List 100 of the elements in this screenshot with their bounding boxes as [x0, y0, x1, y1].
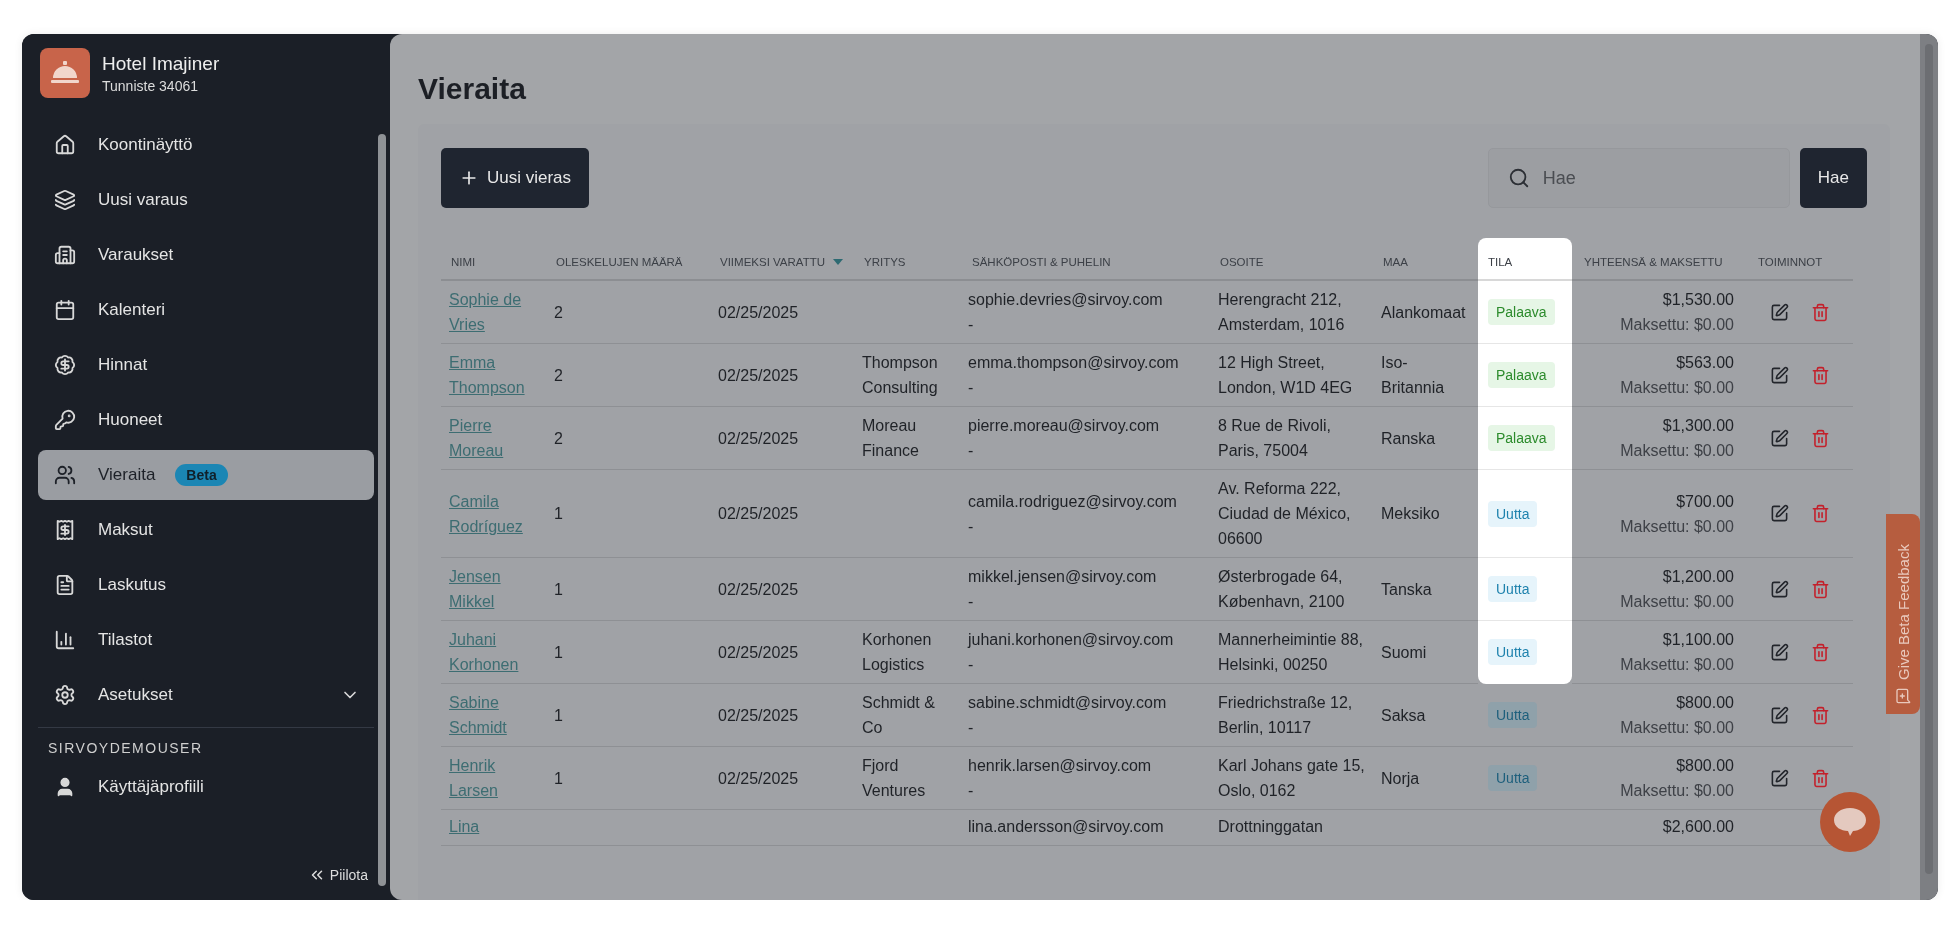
date-cell: 02/25/2025: [710, 469, 854, 558]
edit-icon[interactable]: [1770, 365, 1789, 385]
status-badge: Palaava: [1488, 362, 1555, 388]
nav-item[interactable]: Asetukset: [38, 670, 374, 720]
stays-cell: 1: [546, 620, 710, 684]
hotel-name: Hotel Imajiner: [102, 52, 220, 75]
search-button[interactable]: Hae: [1799, 148, 1867, 208]
contact-cell: emma.thompson@sirvoy.com -: [962, 343, 1210, 407]
trash-icon[interactable]: [1811, 428, 1830, 448]
column-header[interactable]: SÄHKÖPOSTI & PUHELIN: [962, 238, 1210, 280]
guest-name-link[interactable]: Sabine Schmidt: [449, 690, 538, 740]
nav-item[interactable]: Käyttäjäprofiili: [38, 762, 374, 812]
scrollbar[interactable]: [378, 134, 386, 886]
chat-bubble-icon: [1832, 806, 1868, 838]
guest-name-link[interactable]: Camila Rodríguez: [449, 488, 538, 539]
column-header[interactable]: OSOITE: [1210, 238, 1373, 280]
trash-icon[interactable]: [1811, 768, 1830, 788]
edit-icon[interactable]: [1770, 705, 1789, 725]
country-cell: Saksa: [1373, 683, 1478, 747]
column-header[interactable]: YHTEENSÄ & MAKSETTU: [1572, 238, 1748, 280]
guest-name-link[interactable]: Jensen Mikkel: [449, 564, 538, 614]
edit-icon[interactable]: [1770, 579, 1789, 599]
country-cell: Norja: [1373, 746, 1478, 810]
guest-name-link[interactable]: Juhani Korhonen: [449, 627, 538, 677]
feedback-tab[interactable]: Give Beta Feedback: [1886, 514, 1920, 714]
edit-icon[interactable]: [1770, 504, 1789, 523]
column-header[interactable]: TOIMINNOT: [1748, 238, 1853, 280]
guest-name-link[interactable]: Pierre Moreau: [449, 413, 538, 463]
new-guest-button[interactable]: Uusi vieras: [441, 148, 590, 208]
column-header[interactable]: YRITYS: [854, 238, 962, 280]
trash-icon[interactable]: [1811, 302, 1830, 322]
stays-cell: 1: [546, 557, 710, 621]
contact-cell: pierre.moreau@sirvoy.com -: [962, 406, 1210, 470]
search-icon: [1507, 167, 1530, 189]
nav-label: Maksut: [98, 520, 153, 540]
guest-name-link[interactable]: Lina: [449, 814, 480, 839]
address-cell: Av. Reforma 222, Ciudad de México, 06600: [1210, 469, 1373, 558]
nav-label: Asetukset: [98, 685, 173, 705]
trash-icon[interactable]: [1811, 365, 1830, 385]
total-cell: $1,100.00 Maksettu: $0.00: [1572, 620, 1748, 684]
edit-icon[interactable]: [1770, 768, 1789, 788]
address-cell: Drottninggatan: [1210, 809, 1373, 846]
nav-item[interactable]: Varaukset: [38, 230, 374, 280]
nav-item[interactable]: Uusi varaus: [38, 175, 374, 225]
trash-icon[interactable]: [1811, 642, 1830, 662]
contact-cell: mikkel.jensen@sirvoy.com -: [962, 557, 1210, 621]
nav-item[interactable]: Huoneet: [38, 395, 374, 445]
stays-cell: 2: [546, 343, 710, 407]
guest-name-link[interactable]: Sophie de Vries: [449, 287, 538, 337]
contact-cell: sophie.devries@sirvoy.com -: [962, 280, 1210, 344]
status-badge: Uutta: [1488, 765, 1538, 791]
search-field[interactable]: Hae: [1487, 148, 1790, 208]
hotel-logo: [40, 48, 90, 98]
stays-cell: 2: [546, 280, 710, 344]
total-cell: $2,600.00: [1572, 809, 1748, 846]
column-header[interactable]: TILA: [1478, 238, 1572, 280]
edit-icon[interactable]: [1770, 642, 1789, 662]
trash-icon[interactable]: [1811, 705, 1830, 725]
nav-label: Koontinäyttö: [98, 135, 193, 155]
column-header[interactable]: VIIMEKSI VARATTU: [710, 238, 854, 280]
nav-label: Huoneet: [98, 410, 163, 430]
trash-icon[interactable]: [1811, 504, 1830, 523]
company-cell: Moreau Finance: [854, 406, 962, 470]
address-cell: 12 High Street, London, W1D 4EG: [1210, 343, 1373, 407]
key-icon: [52, 407, 78, 433]
address-cell: Herengracht 212, Amsterdam, 1016: [1210, 280, 1373, 344]
page-title: Vieraita: [418, 72, 527, 106]
nav-item[interactable]: Koontinäyttö: [38, 120, 374, 170]
total-cell: $1,300.00 Maksettu: $0.00: [1572, 406, 1748, 470]
company-cell: Fjord Ventures: [854, 746, 962, 810]
column-header[interactable]: NIMI: [441, 238, 546, 280]
column-header[interactable]: OLESKELUJEN MÄÄRÄ: [546, 238, 710, 280]
nav-item[interactable]: Tilastot: [38, 615, 374, 665]
message-plus-icon: [1895, 688, 1911, 704]
hotel-id: Tunniste 34061: [102, 77, 199, 94]
address-cell: Østerbrogade 64, København, 2100: [1210, 557, 1373, 621]
status-badge: Uutta: [1488, 576, 1538, 602]
nav-item[interactable]: Maksut: [38, 505, 374, 555]
nav-label: Käyttäjäprofiili: [98, 777, 204, 797]
guest-name-link[interactable]: Emma Thompson: [449, 350, 538, 400]
nav-item[interactable]: Laskutus: [38, 560, 374, 610]
address-cell: 8 Rue de Rivoli, Paris, 75004: [1210, 406, 1373, 470]
contact-cell: lina.andersson@sirvoy.com: [962, 809, 1210, 846]
edit-icon[interactable]: [1770, 428, 1789, 448]
contact-cell: henrik.larsen@sirvoy.com -: [962, 746, 1210, 810]
trash-icon[interactable]: [1811, 579, 1830, 599]
nav-item[interactable]: Kalenteri: [38, 285, 374, 335]
status-badge: Uutta: [1488, 702, 1538, 728]
date-cell: 02/25/2025: [710, 343, 854, 407]
section-label: SIRVOYDEMOUSER: [47, 740, 204, 756]
stays-cell: 1: [546, 746, 710, 810]
collapse-button[interactable]: Piilota: [301, 862, 374, 888]
edit-icon[interactable]: [1770, 302, 1789, 322]
contact-cell: sabine.schmidt@sirvoy.com -: [962, 683, 1210, 747]
nav-item[interactable]: Hinnat: [38, 340, 374, 390]
guest-name-link[interactable]: Henrik Larsen: [449, 753, 538, 803]
address-cell: Mannerheimintie 88, Helsinki, 00250: [1210, 620, 1373, 684]
nav-label: Kalenteri: [98, 300, 166, 320]
nav-item[interactable]: Vieraita Beta: [38, 450, 374, 500]
date-cell: 02/25/2025: [710, 557, 854, 621]
